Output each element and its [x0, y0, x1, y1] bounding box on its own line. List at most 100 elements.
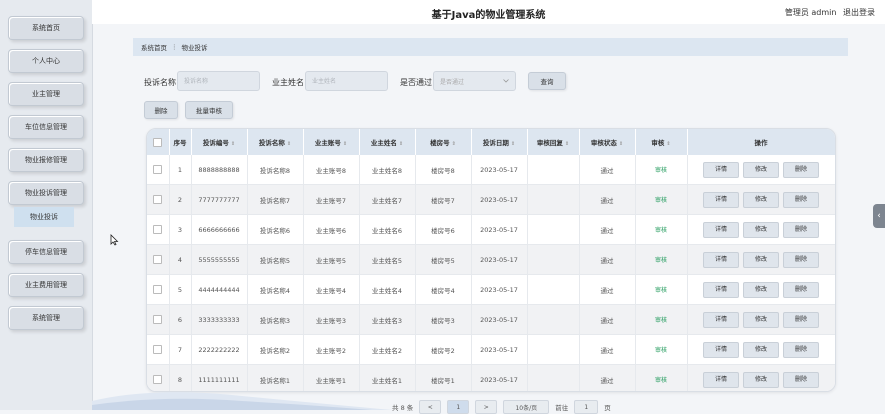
row-checkbox[interactable] [153, 225, 163, 234]
table-header-row: 序号 投诉编号 ⇕ 投诉名称 ⇕ 业主账号 ⇕ 业主姓名 ⇕ 楼房号 ⇕ 投诉日期 ⇕ 审核… [147, 129, 835, 155]
collapse-tab[interactable]: ‹ [873, 204, 885, 228]
row-delete-button[interactable]: 删除 [783, 341, 819, 358]
col-audit[interactable]: 审核 ⇕ [635, 129, 688, 155]
row-delete-button[interactable]: 删除 [783, 221, 819, 238]
page-size-select[interactable]: 10条/页 [503, 400, 550, 414]
logout-link[interactable]: 退出登录 [843, 8, 875, 17]
detail-button[interactable]: 详情 [703, 251, 739, 268]
detail-button[interactable]: 详情 [703, 191, 739, 208]
audit-link[interactable]: 审核 [655, 257, 667, 264]
cell-account: 业主账号2 [303, 334, 360, 365]
row-checkbox[interactable] [153, 165, 163, 174]
row-select-cell[interactable] [147, 334, 170, 365]
audit-link[interactable]: 审核 [655, 167, 667, 174]
page-number-button[interactable]: 1 [447, 400, 470, 414]
passed-select[interactable]: 是否通过 [433, 71, 516, 91]
audit-link[interactable]: 审核 [655, 287, 667, 294]
complaint-name-input[interactable] [177, 71, 260, 91]
col-account[interactable]: 业主账号 ⇕ [303, 129, 360, 155]
row-checkbox[interactable] [153, 345, 163, 354]
edit-button[interactable]: 修改 [743, 341, 779, 358]
batch-audit-button[interactable]: 批量审核 [185, 101, 233, 119]
audit-link[interactable]: 审核 [655, 317, 667, 324]
col-status[interactable]: 审核状态 ⇕ [579, 129, 636, 155]
sort-icon[interactable]: ⇕ [452, 141, 456, 147]
row-select-cell[interactable] [147, 214, 170, 245]
row-select-cell[interactable] [147, 244, 170, 275]
detail-button[interactable]: 详情 [703, 371, 739, 388]
audit-link[interactable]: 审核 [655, 377, 667, 384]
col-date[interactable]: 投诉日期 ⇕ [471, 129, 528, 155]
table-row: 2 7777777777 投诉名称7 业主账号7 业主姓名7 楼房号7 2023-05-17… [147, 184, 835, 215]
edit-button[interactable]: 修改 [743, 161, 779, 178]
row-select-cell[interactable] [147, 274, 170, 305]
col-name[interactable]: 投诉名称 ⇕ [247, 129, 304, 155]
goto-page-input[interactable]: 1 [574, 400, 599, 414]
delete-button[interactable]: 删除 [144, 101, 178, 119]
sort-icon[interactable]: ⇕ [565, 141, 569, 147]
sort-icon[interactable]: ⇕ [511, 141, 515, 147]
audit-link[interactable]: 审核 [655, 347, 667, 354]
edit-button[interactable]: 修改 [743, 371, 779, 388]
sidebar-item-owners[interactable]: 业主管理 [8, 82, 84, 106]
audit-link[interactable]: 审核 [655, 197, 667, 204]
row-checkbox[interactable] [153, 255, 163, 264]
sort-icon[interactable]: ⇕ [287, 141, 291, 147]
col-actions: 操作 [687, 129, 835, 155]
cell-actions: 详情 修改 删除 [687, 334, 835, 365]
row-select-cell[interactable] [147, 304, 170, 335]
complaint-name-label: 投诉名称 [144, 78, 176, 87]
cell-no: 1 [169, 155, 192, 185]
sidebar-item-parking-info[interactable]: 停车信息管理 [8, 240, 84, 264]
detail-button[interactable]: 详情 [703, 311, 739, 328]
sort-icon[interactable]: ⇕ [231, 141, 235, 147]
row-checkbox[interactable] [153, 315, 163, 324]
detail-button[interactable]: 详情 [703, 221, 739, 238]
row-checkbox[interactable] [153, 195, 163, 204]
next-page-button[interactable]: > [475, 400, 498, 414]
edit-button[interactable]: 修改 [743, 311, 779, 328]
sidebar-subitem-complaint[interactable]: 物业投诉 [14, 207, 74, 227]
row-select-cell[interactable] [147, 184, 170, 215]
sort-icon[interactable]: ⇕ [666, 141, 670, 147]
edit-button[interactable]: 修改 [743, 191, 779, 208]
select-all-checkbox[interactable] [153, 137, 163, 147]
sidebar-item-home[interactable]: 系统首页 [8, 16, 84, 40]
row-delete-button[interactable]: 删除 [783, 281, 819, 298]
sort-icon[interactable]: ⇕ [343, 141, 347, 147]
row-delete-button[interactable]: 删除 [783, 311, 819, 328]
edit-button[interactable]: 修改 [743, 281, 779, 298]
breadcrumb-home[interactable]: 系统首页 [141, 42, 167, 52]
row-delete-button[interactable]: 删除 [783, 191, 819, 208]
edit-button[interactable]: 修改 [743, 221, 779, 238]
cell-date: 2023-05-17 [471, 274, 528, 305]
sidebar-item-parking-space[interactable]: 车位信息管理 [8, 115, 84, 139]
row-delete-button[interactable]: 删除 [783, 251, 819, 268]
select-all-cell[interactable] [147, 129, 170, 155]
row-select-cell[interactable] [147, 155, 170, 185]
cell-owner: 业主姓名2 [359, 334, 416, 365]
sort-icon[interactable]: ⇕ [619, 141, 623, 147]
audit-link[interactable]: 审核 [655, 227, 667, 234]
sidebar-item-profile[interactable]: 个人中心 [8, 49, 84, 73]
sidebar-item-fees[interactable]: 业主费用管理 [8, 273, 84, 297]
detail-button[interactable]: 详情 [703, 161, 739, 178]
sidebar-item-complaint[interactable]: 物业投诉管理 [8, 181, 84, 205]
edit-button[interactable]: 修改 [743, 251, 779, 268]
owner-name-input[interactable] [305, 71, 388, 91]
col-room[interactable]: 楼房号 ⇕ [415, 129, 472, 155]
col-code[interactable]: 投诉编号 ⇕ [191, 129, 248, 155]
row-checkbox[interactable] [153, 285, 163, 294]
col-reply[interactable]: 审核回复 ⇕ [527, 129, 580, 155]
sidebar-item-repair[interactable]: 物业报修管理 [8, 148, 84, 172]
row-delete-button[interactable]: 删除 [783, 161, 819, 178]
detail-button[interactable]: 详情 [703, 341, 739, 358]
detail-button[interactable]: 详情 [703, 281, 739, 298]
prev-page-button[interactable]: < [419, 400, 442, 414]
sidebar-item-system[interactable]: 系统管理 [8, 306, 84, 330]
query-button[interactable]: 查询 [528, 72, 566, 90]
cell-status: 通过 [579, 244, 636, 275]
col-owner[interactable]: 业主姓名 ⇕ [359, 129, 416, 155]
row-delete-button[interactable]: 删除 [783, 371, 819, 388]
sort-icon[interactable]: ⇕ [399, 141, 403, 147]
